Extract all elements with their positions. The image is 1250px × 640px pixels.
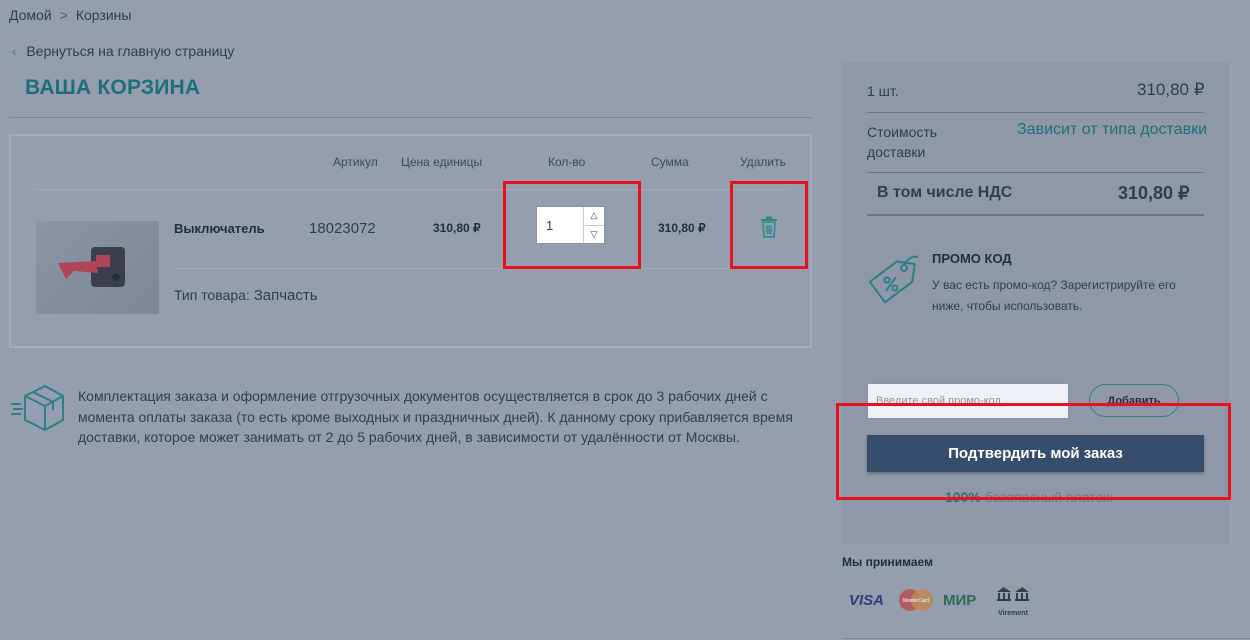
summary-divider	[867, 172, 1204, 173]
box-delivery-icon	[11, 384, 65, 432]
header-divider	[36, 189, 788, 190]
title-divider	[9, 117, 812, 118]
chevron-up-icon: △	[590, 210, 598, 221]
payments-title: Мы принимаем	[842, 555, 933, 569]
mastercard-logo: MasterCard	[897, 588, 935, 612]
chevron-down-icon: ▽	[590, 228, 598, 239]
header-sum: Сумма	[651, 155, 689, 169]
summary-shipping-label: Стоимость доставки	[867, 124, 938, 160]
delivery-note: Комплектация заказа и оформление отгрузо…	[78, 388, 793, 445]
product-sku: 18023072	[309, 220, 376, 237]
page-title: ВАША КОРЗИНА	[25, 76, 201, 99]
product-unit-price: 310,80 ₽	[433, 221, 481, 235]
header-unit-price: Цена единицы	[401, 155, 483, 169]
confirm-order-button[interactable]: Подтвердить мой заказ	[867, 435, 1204, 472]
virement-label: Virement	[998, 610, 1028, 617]
breadcrumb-separator: >	[59, 7, 68, 23]
summary-qty-price: 310,80 ₽	[1137, 80, 1205, 99]
product-image[interactable]	[36, 221, 159, 314]
back-link-label: Вернуться на главную страницу	[26, 43, 235, 59]
promo-description: У вас есть промо-код? Зарегистрируйте ег…	[932, 278, 1176, 313]
row-divider	[174, 268, 788, 269]
delete-item-button[interactable]	[760, 216, 778, 238]
summary-divider	[867, 112, 1204, 113]
product-type: Тип товара: Запчасть	[174, 287, 318, 304]
summary-divider	[867, 214, 1204, 216]
chevron-left-icon: ‹	[12, 43, 17, 59]
quantity-input[interactable]	[537, 207, 583, 243]
summary-qty: 1 шт.	[867, 83, 899, 99]
breadcrumb: Домой > Корзины	[9, 7, 131, 23]
quantity-stepper: △ ▽	[536, 206, 605, 244]
add-promo-button[interactable]: Добавить	[1089, 384, 1179, 417]
trash-icon	[761, 216, 777, 238]
mastercard-label: MasterCard	[903, 598, 929, 604]
summary-vat-label: В том числе НДС	[877, 184, 1013, 201]
promo-title: ПРОМО КОД	[932, 251, 1012, 266]
back-to-home-link[interactable]: ‹ Вернуться на главную страницу	[12, 43, 234, 59]
promo-code-input[interactable]	[867, 383, 1069, 419]
summary-shipping-value: Зависит от типа доставки	[1017, 121, 1208, 138]
summary-vat-value: 310,80 ₽	[1118, 183, 1190, 203]
header-sku: Артикул	[333, 155, 378, 169]
secure-payment-note: 100% безопасный платеж	[945, 489, 1112, 505]
secure-percent: 100%	[945, 489, 981, 505]
header-qty: Кол-во	[548, 155, 586, 169]
bank-icon	[997, 585, 1029, 601]
breadcrumb-home-link[interactable]: Домой	[9, 7, 52, 23]
product-name-link[interactable]: Выключатель	[174, 221, 265, 236]
product-sum: 310,80 ₽	[658, 221, 706, 235]
header-delete: Удалить	[740, 155, 786, 169]
breadcrumb-current: Корзины	[75, 7, 132, 23]
quantity-increase-button[interactable]: △	[584, 207, 604, 225]
mir-logo: МИР	[943, 592, 977, 609]
visa-logo: VISA	[849, 592, 885, 609]
promo-tag-icon	[864, 251, 920, 313]
secure-text: безопасный платеж	[980, 489, 1113, 505]
product-type-value: Запчасть	[253, 287, 318, 304]
product-type-label: Тип товара:	[174, 287, 250, 303]
virement-logo: Virement	[995, 585, 1031, 618]
quantity-decrease-button[interactable]: ▽	[584, 224, 604, 244]
footer-divider	[842, 638, 1250, 639]
